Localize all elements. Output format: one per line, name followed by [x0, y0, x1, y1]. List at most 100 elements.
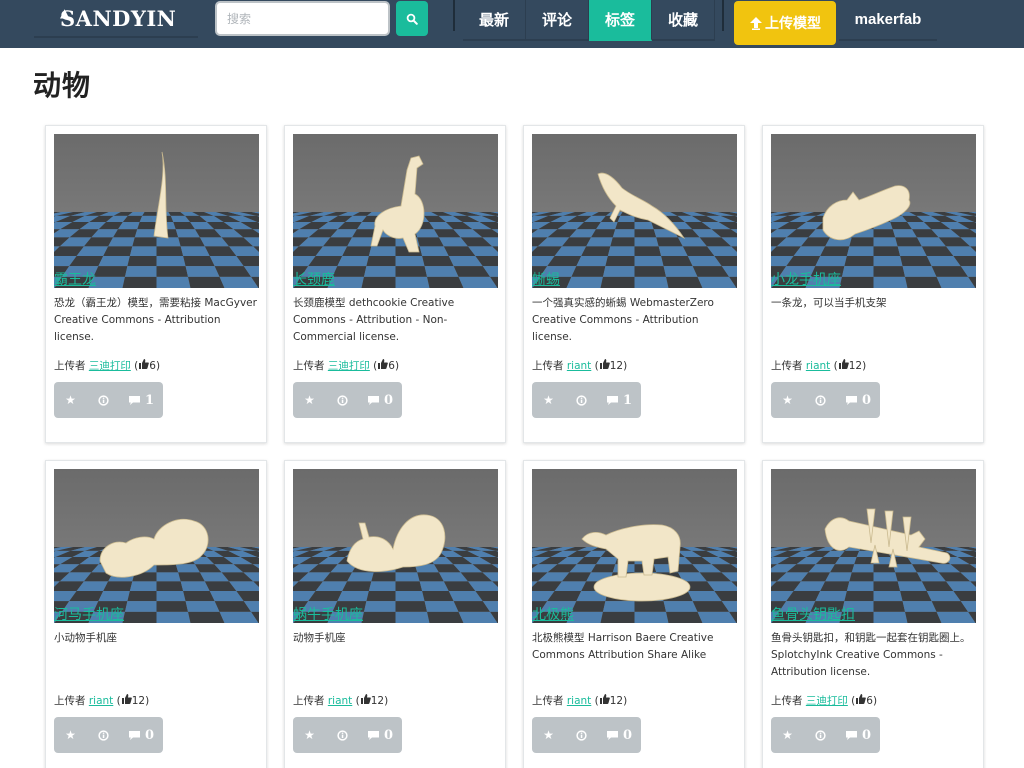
favorite-button[interactable]: ★	[293, 717, 326, 753]
uploader-link[interactable]: riant	[806, 360, 830, 372]
model-description: 小动物手机座	[54, 632, 117, 644]
likes-count: 12	[848, 360, 863, 372]
nav-tab-comments[interactable]: 评论	[526, 0, 589, 41]
logo[interactable]: ▲ SANDYIN	[34, 0, 198, 38]
likes-count: 6	[866, 695, 873, 707]
nav-tab-tags[interactable]: 标签	[589, 0, 652, 41]
comment-icon	[606, 395, 618, 405]
uploader-link[interactable]: riant	[567, 695, 591, 707]
thumbs-up-icon	[377, 359, 389, 372]
model-thumbnail[interactable]: 霸王龙	[54, 134, 259, 288]
uploader-link[interactable]: riant	[567, 360, 591, 372]
favorite-button[interactable]: ★	[293, 382, 326, 418]
model-description: 一条龙，可以当手机支架	[771, 297, 887, 309]
info-button[interactable]	[87, 382, 119, 418]
model-name-link[interactable]: 北极熊	[532, 607, 574, 623]
model-name-link[interactable]: 霸王龙	[54, 272, 96, 288]
favorite-button[interactable]: ★	[771, 717, 804, 753]
info-button[interactable]	[804, 717, 836, 753]
uploader-link[interactable]: riant	[89, 695, 113, 707]
favorite-button[interactable]: ★	[771, 382, 804, 418]
favorite-button[interactable]: ★	[54, 717, 87, 753]
comment-count: 0	[383, 727, 394, 743]
uploader-link[interactable]: 三迪打印	[89, 360, 131, 372]
info-button[interactable]	[326, 717, 358, 753]
comments-button[interactable]: 0	[358, 717, 402, 753]
info-icon	[336, 729, 348, 741]
uploader-label: 上传者	[532, 360, 564, 372]
info-button[interactable]	[565, 382, 597, 418]
model-card: 小龙手机座 一条龙，可以当手机支架 上传者 riant (12) ★ 0	[762, 125, 984, 443]
model-name-link[interactable]: 长颈鹿	[293, 272, 335, 288]
nav-divider	[453, 0, 455, 31]
search-button[interactable]	[396, 1, 428, 36]
dragon-model-icon	[771, 134, 976, 288]
model-description: 一个强真实感的蜥蜴 WebmasterZero Creative Commons…	[532, 297, 714, 343]
nav-tab-latest[interactable]: 最新	[463, 0, 526, 41]
uploader-link[interactable]: 三迪打印	[806, 695, 848, 707]
uploader-label: 上传者	[54, 695, 86, 707]
upload-model-button[interactable]: 上传模型	[734, 1, 836, 45]
info-icon	[814, 729, 826, 741]
model-thumbnail[interactable]: 河马手机座	[54, 469, 259, 623]
likes-count: 6	[388, 360, 395, 372]
thumbs-up-icon	[855, 694, 867, 707]
model-thumbnail[interactable]: 蜗牛手机座	[293, 469, 498, 623]
info-icon	[97, 394, 109, 406]
search-icon	[406, 13, 418, 25]
model-thumbnail[interactable]: 小龙手机座	[771, 134, 976, 288]
uploader-label: 上传者	[293, 695, 325, 707]
page-title: 动物	[33, 69, 92, 102]
action-bar: ★ 1	[54, 382, 163, 418]
model-meta: 上传者 riant (12)	[54, 694, 150, 707]
info-button[interactable]	[804, 382, 836, 418]
model-meta: 上传者 riant (12)	[532, 359, 628, 372]
comments-button[interactable]: 0	[836, 717, 880, 753]
star-icon: ★	[782, 728, 793, 742]
model-description: 鱼骨头钥匙扣，和钥匙一起套在钥匙圈上。 SplotchyInk Creative…	[771, 632, 971, 678]
info-button[interactable]	[87, 717, 119, 753]
star-icon: ★	[543, 393, 554, 407]
comments-button[interactable]: 0	[836, 382, 880, 418]
model-name-link[interactable]: 小龙手机座	[771, 272, 841, 288]
comments-button[interactable]: 0	[597, 717, 641, 753]
model-thumbnail[interactable]: 北极熊	[532, 469, 737, 623]
polar-bear-model-icon	[532, 469, 737, 623]
comments-button[interactable]: 1	[119, 382, 163, 418]
model-name-link[interactable]: 蜗牛手机座	[293, 607, 363, 623]
model-name-link[interactable]: 蜥蜴	[532, 272, 560, 288]
giraffe-model-icon	[293, 134, 498, 288]
comment-count: 0	[861, 392, 872, 408]
comment-count: 1	[144, 392, 155, 408]
favorite-button[interactable]: ★	[532, 717, 565, 753]
info-button[interactable]	[326, 382, 358, 418]
model-meta: 上传者 riant (12)	[532, 694, 628, 707]
favorite-button[interactable]: ★	[54, 382, 87, 418]
username-link[interactable]: makerfab	[839, 0, 937, 41]
comment-icon	[128, 395, 140, 405]
star-icon: ★	[65, 393, 76, 407]
model-name-link[interactable]: 河马手机座	[54, 607, 124, 623]
search-input[interactable]	[215, 1, 390, 36]
comments-button[interactable]: 0	[358, 382, 402, 418]
main-nav: 最新 评论 标签 收藏	[463, 0, 715, 41]
likes-count: 12	[609, 360, 624, 372]
comments-button[interactable]: 1	[597, 382, 641, 418]
model-thumbnail[interactable]: 长颈鹿	[293, 134, 498, 288]
star-icon: ★	[304, 728, 315, 742]
nav-tab-favorites[interactable]: 收藏	[652, 0, 715, 41]
model-thumbnail[interactable]: 鱼骨头钥匙扣	[771, 469, 976, 623]
model-name-link[interactable]: 鱼骨头钥匙扣	[771, 607, 855, 623]
comments-button[interactable]: 0	[119, 717, 163, 753]
uploader-label: 上传者	[771, 360, 803, 372]
favorite-button[interactable]: ★	[532, 382, 565, 418]
horn-model-icon	[54, 134, 259, 288]
info-icon	[575, 394, 587, 406]
top-navbar: ▲ SANDYIN 最新 评论 标签 收藏 上传模型 makerfab	[0, 0, 1024, 48]
info-button[interactable]	[565, 717, 597, 753]
uploader-link[interactable]: riant	[328, 695, 352, 707]
model-description: 恐龙（霸王龙）模型，需要粘接 MacGyver Creative Commons…	[54, 297, 257, 343]
uploader-link[interactable]: 三迪打印	[328, 360, 370, 372]
model-card: 鱼骨头钥匙扣 鱼骨头钥匙扣，和钥匙一起套在钥匙圈上。 SplotchyInk C…	[762, 460, 984, 768]
model-thumbnail[interactable]: 蜥蜴	[532, 134, 737, 288]
